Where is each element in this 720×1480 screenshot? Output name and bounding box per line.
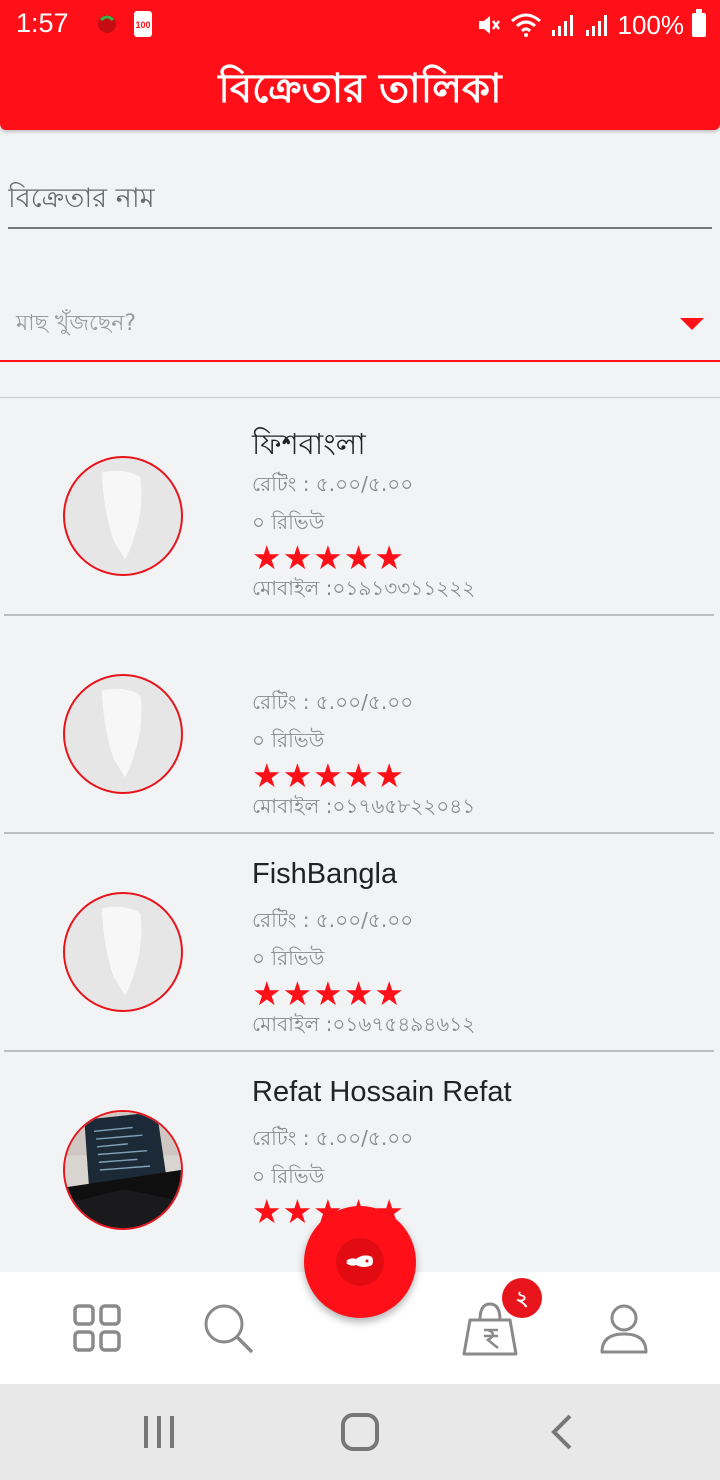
seller-rating: রেটিং : ৫.০০/৫.০০ — [252, 908, 414, 932]
star-rating: ★★★★★ — [252, 756, 405, 795]
seller-name-field[interactable] — [8, 170, 712, 229]
nav-search[interactable] — [200, 1300, 256, 1356]
seller-avatar — [63, 674, 183, 794]
seller-name-input[interactable] — [8, 170, 712, 227]
wifi-icon — [510, 13, 541, 37]
seller-list[interactable]: ফিশবাংলা রেটিং : ৫.০০/৫.০০ ০ রিভিউ ★★★★★… — [0, 398, 720, 1240]
grid-icon — [73, 1304, 121, 1352]
home-button[interactable] — [340, 1412, 380, 1452]
seller-card[interactable]: FishBangla রেটিং : ৫.০০/৫.০০ ০ রিভিউ ★★★… — [0, 834, 720, 1052]
seller-card[interactable]: ফিশবাংলা রেটিং : ৫.০০/৫.০০ ০ রিভিউ ★★★★★… — [0, 398, 720, 616]
seller-mobile: মোবাইল :০১৭৬৫৮২২০৪১ — [252, 794, 476, 818]
app-header: বিক্রেতার তালিকা — [0, 50, 720, 130]
recent-apps-button[interactable] — [139, 1412, 179, 1452]
fish-fab-button[interactable] — [304, 1206, 416, 1318]
seller-avatar — [63, 456, 183, 576]
seller-name: FishBangla — [252, 858, 398, 890]
fab-inner — [336, 1238, 384, 1286]
seller-name: Refat Hossain Refat — [252, 1076, 512, 1108]
seller-card[interactable]: রেটিং : ৫.০০/৫.০০ ০ রিভিউ ★★★★★ মোবাইল :… — [0, 616, 720, 834]
star-rating: ★★★★★ — [252, 538, 405, 577]
cart-count-badge: ২ — [502, 1278, 542, 1318]
seller-reviews: ০ রিভিউ — [252, 946, 325, 970]
battery-app-icon: 100 — [134, 11, 152, 37]
mute-icon — [478, 16, 500, 34]
fish-dropdown[interactable]: মাছ খুঁজছেন? — [0, 290, 720, 362]
fish-logo-icon — [101, 906, 142, 996]
seller-reviews: ০ রিভিউ — [252, 510, 325, 534]
seller-name: ফিশবাংলা — [252, 429, 366, 461]
search-icon — [204, 1304, 254, 1354]
seller-reviews: ০ রিভিউ — [252, 1164, 325, 1188]
system-nav-bar — [0, 1384, 720, 1480]
seller-mobile: মোবাইল :০১৯১৩৩১১২২২ — [252, 576, 476, 600]
dropdown-arrow-icon — [680, 318, 704, 330]
fish-dropdown-label: মাছ খুঁজছেন? — [16, 311, 137, 336]
fish-logo-icon — [101, 470, 142, 560]
back-icon — [551, 1414, 572, 1450]
nav-grid[interactable] — [69, 1300, 125, 1356]
back-button[interactable] — [542, 1412, 582, 1452]
battery-percent: 100% — [617, 9, 685, 40]
seller-avatar — [63, 1110, 183, 1230]
signal-icon — [551, 15, 573, 36]
fish-icon — [346, 1255, 373, 1267]
seller-reviews: ০ রিভিউ — [252, 728, 325, 752]
seller-mobile: মোবাইল :০১৬৭৫৪৯৪৬১২ — [252, 1012, 476, 1036]
status-time: 1:57 — [16, 8, 69, 38]
home-icon — [341, 1413, 379, 1451]
seller-rating: রেটিং : ৫.০০/৫.০০ — [252, 1126, 414, 1150]
status-bar: 1:57 100 100% — [0, 0, 720, 50]
star-rating: ★★★★★ — [252, 974, 405, 1013]
seller-avatar — [63, 892, 183, 1012]
laptop-photo — [65, 1112, 181, 1228]
app-notification-icon — [96, 12, 118, 34]
status-indicators: 100% — [476, 8, 706, 42]
seller-rating: রেটিং : ৫.০০/৫.০০ — [252, 472, 414, 496]
seller-rating: রেটিং : ৫.০০/৫.০০ — [252, 690, 414, 714]
nav-profile[interactable] — [596, 1300, 652, 1356]
user-icon — [600, 1304, 648, 1354]
signal-icon-2 — [585, 15, 607, 36]
fish-logo-icon — [101, 688, 142, 778]
recent-apps-icon — [144, 1416, 174, 1448]
page-title: বিক্রেতার তালিকা — [218, 65, 502, 112]
battery-icon — [692, 9, 706, 37]
